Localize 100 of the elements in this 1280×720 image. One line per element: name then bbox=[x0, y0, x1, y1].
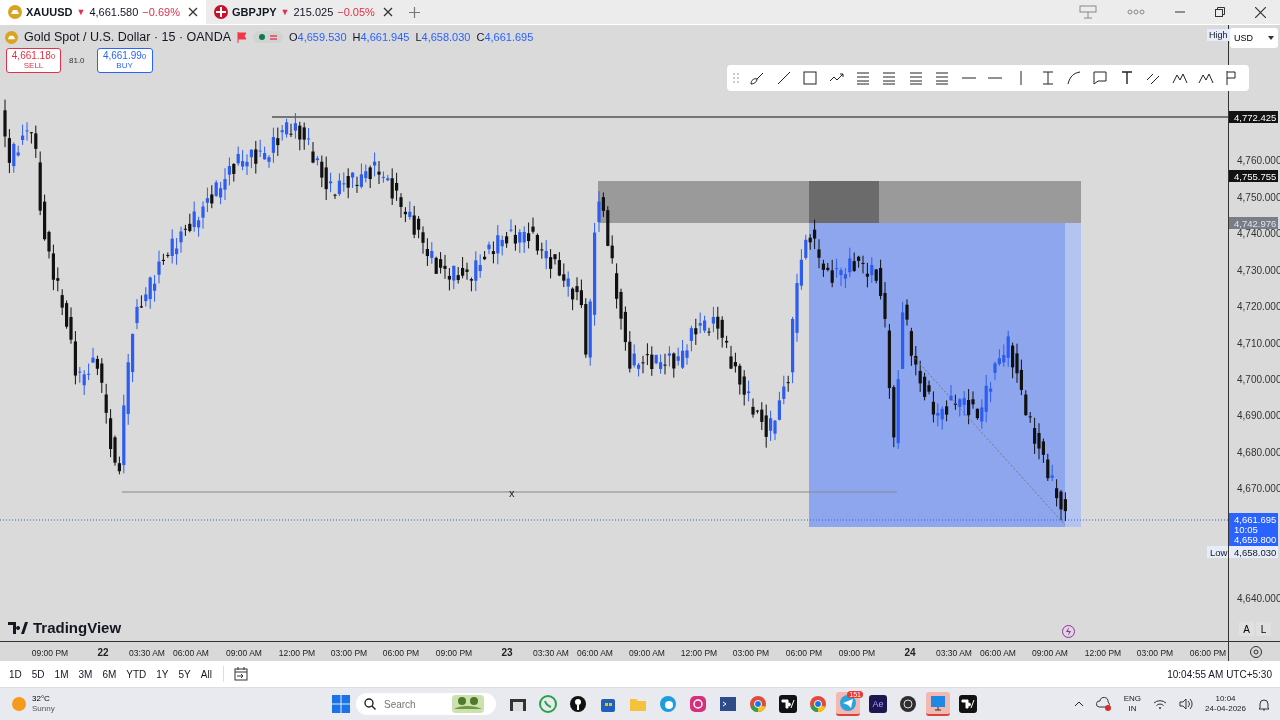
price-tag: 4,772.425 bbox=[1229, 111, 1278, 123]
symbol-title[interactable]: Gold Spot / U.S. Dollar · 15 · OANDA bbox=[24, 30, 231, 44]
market-status-pill[interactable] bbox=[253, 31, 283, 43]
ohlc-value: 4,661.945 bbox=[360, 31, 410, 43]
terminal-icon bbox=[719, 695, 737, 713]
add-tab-icon[interactable] bbox=[408, 6, 420, 18]
range-button[interactable]: 3M bbox=[73, 668, 98, 680]
buy-button[interactable]: 4,661.990 BUY bbox=[96, 48, 153, 73]
high-label: High bbox=[1207, 29, 1230, 41]
aperture-icon bbox=[899, 695, 917, 713]
spread-value: 81.0 bbox=[69, 56, 85, 65]
search-icon bbox=[364, 698, 376, 710]
time-label: 12:00 PM bbox=[278, 648, 316, 658]
curve-icon[interactable] bbox=[1066, 70, 1083, 86]
last-price-tag: 4,661.695 10:05 4,659.800 bbox=[1229, 513, 1278, 546]
landscape-icon bbox=[452, 695, 484, 713]
chevron-up-icon[interactable] bbox=[1073, 701, 1084, 707]
search-input[interactable]: Search bbox=[382, 697, 446, 711]
close-icon[interactable] bbox=[382, 7, 393, 17]
price-tag: 4,755.755 bbox=[1229, 170, 1278, 182]
search-bar[interactable]: Search bbox=[356, 693, 496, 715]
taskbar-time[interactable]: 10:04 bbox=[1215, 693, 1236, 704]
time-label: 22 bbox=[97, 647, 109, 658]
time-label: 03:30 AM bbox=[533, 648, 569, 658]
time-label: 06:00 PM bbox=[785, 648, 823, 658]
time-label: 03:30 AM bbox=[936, 648, 972, 658]
time-label: 09:00 AM bbox=[629, 648, 665, 658]
speaker-icon[interactable] bbox=[1179, 698, 1194, 710]
taskbar-app[interactable] bbox=[956, 692, 980, 716]
trend-line-icon[interactable] bbox=[775, 70, 792, 86]
time-label: 09:00 PM bbox=[435, 648, 473, 658]
time-label: 06:00 PM bbox=[382, 648, 420, 658]
line-marker: x bbox=[509, 487, 515, 499]
taskbar-date[interactable]: 24-04-2026 bbox=[1205, 704, 1246, 715]
wifi-icon[interactable] bbox=[1153, 699, 1168, 709]
time-label: 09:00 AM bbox=[226, 648, 262, 658]
time-label: 06:00 AM bbox=[173, 648, 209, 658]
region-text[interactable]: IN bbox=[1128, 704, 1137, 715]
time-label: 12:00 PM bbox=[1084, 648, 1122, 658]
symbol-tab[interactable]: GBPJPY ▼ 215.025 −0.05% bbox=[205, 0, 401, 25]
range-button[interactable]: YTD bbox=[121, 668, 152, 680]
logo-icon bbox=[959, 695, 977, 713]
rectangle-icon[interactable] bbox=[802, 70, 819, 86]
time-label: 23 bbox=[501, 647, 513, 658]
lightning-icon[interactable] bbox=[1062, 625, 1075, 638]
ohlc-label: L bbox=[415, 31, 422, 43]
time-label: 03:00 PM bbox=[1136, 648, 1174, 658]
calendar-icon[interactable] bbox=[233, 667, 248, 681]
time-label: 03:00 PM bbox=[732, 648, 770, 658]
bell-icon[interactable] bbox=[1258, 697, 1270, 711]
close-icon[interactable] bbox=[1255, 6, 1266, 18]
coin-icon bbox=[5, 30, 18, 44]
range-button[interactable]: All bbox=[195, 668, 217, 680]
range-button[interactable]: 5Y bbox=[173, 668, 196, 680]
language-text[interactable]: ENG bbox=[1123, 693, 1142, 704]
time-label: 06:00 PM bbox=[1189, 648, 1227, 658]
monitor-icon bbox=[929, 694, 947, 712]
parallel-lines-icon[interactable] bbox=[907, 70, 924, 86]
range-button[interactable]: 5D bbox=[26, 668, 50, 680]
cloud-icon[interactable] bbox=[1095, 697, 1112, 711]
range-button[interactable]: 1M bbox=[49, 668, 74, 680]
time-label: 09:00 PM bbox=[838, 648, 876, 658]
settings-icon[interactable] bbox=[1250, 646, 1262, 658]
time-label: 06:00 AM bbox=[980, 648, 1016, 658]
logo-icon bbox=[779, 695, 797, 713]
fib-levels-icon[interactable] bbox=[934, 70, 951, 86]
ohlc-label: H bbox=[352, 31, 361, 43]
range-button[interactable]: 6M bbox=[97, 668, 122, 680]
scale-button[interactable]: L bbox=[1256, 622, 1271, 636]
currency-dropdown[interactable]: USD bbox=[1230, 28, 1278, 48]
browser-icon bbox=[659, 695, 677, 713]
long-position-icon[interactable] bbox=[854, 70, 871, 86]
equals-icon bbox=[270, 34, 277, 40]
status-dot-icon bbox=[259, 34, 265, 40]
callout-icon[interactable] bbox=[1092, 70, 1109, 86]
short-position-icon[interactable] bbox=[881, 70, 898, 86]
close-icon[interactable] bbox=[187, 7, 198, 17]
restore-icon[interactable] bbox=[1215, 7, 1225, 17]
ohlc-value: 4,659.530 bbox=[297, 31, 347, 43]
dashed-trend-line[interactable] bbox=[911, 354, 1066, 526]
logo-icon bbox=[8, 621, 28, 634]
range-button[interactable]: 1Y bbox=[151, 668, 174, 680]
brush-icon[interactable] bbox=[749, 70, 766, 86]
chat-icon bbox=[539, 695, 557, 713]
scale-button[interactable]: A bbox=[1239, 622, 1254, 636]
brand-logo[interactable]: TradingView bbox=[8, 619, 122, 636]
temperature-text: 32°C bbox=[32, 694, 51, 704]
time-label: 06:00 AM bbox=[577, 648, 613, 658]
taskbar-app[interactable]: Ae bbox=[866, 692, 890, 716]
time-label: 12:00 PM bbox=[680, 648, 718, 658]
short-position-zone[interactable] bbox=[809, 223, 1065, 527]
taskbar-app[interactable] bbox=[776, 692, 800, 716]
ohlc-value: 4,661.695 bbox=[484, 31, 534, 43]
sell-button[interactable]: 4,661.180 SELL bbox=[6, 48, 61, 73]
symbol-tab[interactable]: XAUUSD ▼ 4,661.580 −0.69% bbox=[0, 0, 206, 25]
coin-icon bbox=[8, 5, 22, 19]
time-label: 09:00 AM bbox=[1032, 648, 1068, 658]
drag-handle-icon[interactable] bbox=[733, 73, 739, 83]
range-button[interactable]: 1D bbox=[4, 668, 27, 680]
start-icon[interactable] bbox=[332, 695, 350, 713]
